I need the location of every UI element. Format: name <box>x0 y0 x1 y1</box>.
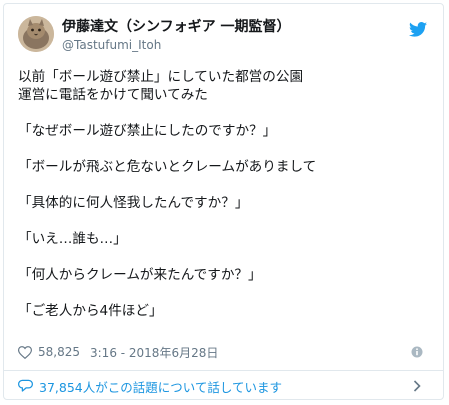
tweet-line: 「何人からクレームが来たんですか？」 <box>18 267 262 283</box>
like-count[interactable]: 58,825 <box>38 345 80 359</box>
avatar[interactable] <box>18 16 54 52</box>
author-names: 伊藤達文（シンフォギア 一期監督） @Tastufumi_Itoh <box>62 18 290 53</box>
tweet-blank-line <box>18 104 429 122</box>
tweet-blank-line <box>18 284 429 302</box>
divider <box>4 370 443 371</box>
tweet-blank-line <box>18 140 429 158</box>
twitter-bird-icon[interactable] <box>409 22 427 37</box>
tweet-line: 「具体的に何人怪我したんですか？」 <box>18 195 249 211</box>
speech-bubble-icon <box>18 379 33 392</box>
tweet-timestamp[interactable]: 3:16 - 2018年6月28日 <box>90 344 218 361</box>
tweet-header: 伊藤達文（シンフォギア 一期監督） @Tastufumi_Itoh <box>18 16 431 60</box>
tweet-blank-line <box>18 248 429 266</box>
tweet-blank-line <box>18 176 429 194</box>
tweet-line: 「いえ…誰も…」 <box>18 231 127 247</box>
tweet-line: 以前「ボール遊び禁止」にしていた都営の公園 <box>18 69 304 85</box>
author-handle[interactable]: @Tastufumi_Itoh <box>62 37 290 53</box>
tweet-text: 以前「ボール遊び禁止」にしていた都営の公園 運営に電話をかけて聞いてみた 「なぜボ… <box>18 68 429 320</box>
conversation-link[interactable]: 37,854人がこの話題について話しています <box>18 375 429 397</box>
author-display-name[interactable]: 伊藤達文（シンフォギア 一期監督） <box>62 18 290 36</box>
heart-icon[interactable] <box>18 345 32 359</box>
tweet-meta: 58,825 3:16 - 2018年6月28日 <box>18 343 429 361</box>
tweet-line: 「ボールが飛ぶと危ないとクレームがありまして <box>18 159 317 175</box>
info-icon[interactable] <box>411 346 423 358</box>
chevron-right-icon <box>413 380 421 392</box>
tweet-line: 「なぜボール遊び禁止にしたのですか？」 <box>18 123 277 139</box>
tweet-blank-line <box>18 212 429 230</box>
tweet-card: 伊藤達文（シンフォギア 一期監督） @Tastufumi_Itoh 以前「ボール… <box>3 3 444 400</box>
conversation-text: 37,854人がこの話題について話しています <box>39 379 282 395</box>
tweet-line: 「ご老人から4件ほど」 <box>18 303 163 319</box>
tweet-line: 運営に電話をかけて聞いてみた <box>18 87 208 103</box>
avatar-image <box>18 16 54 52</box>
